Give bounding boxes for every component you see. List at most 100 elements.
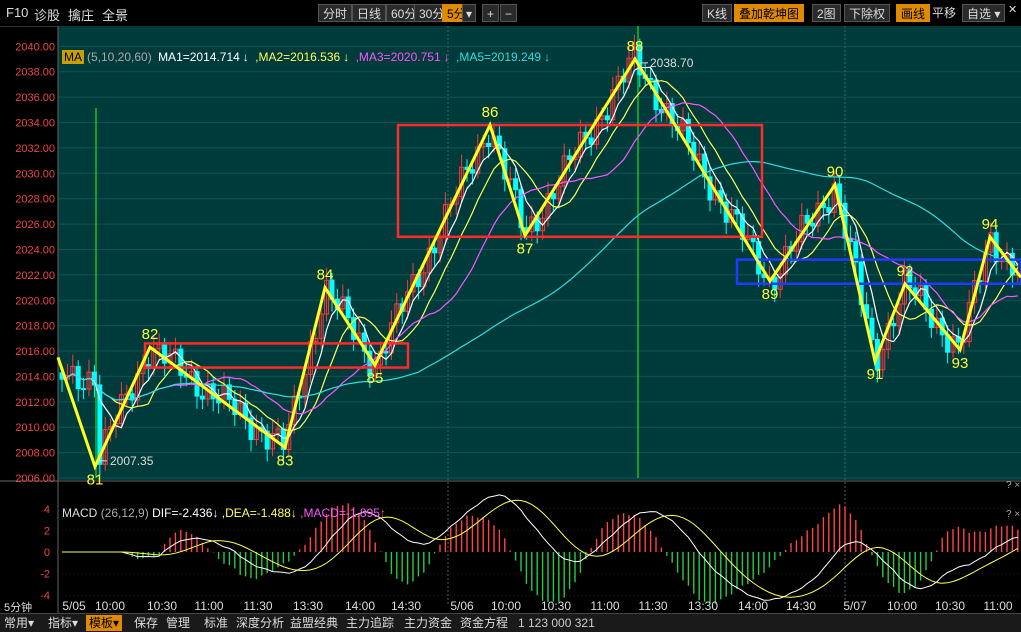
tab-standard[interactable]: 标准 (204, 615, 228, 631)
period-dropdown-icon[interactable]: ▾ (462, 4, 477, 22)
tab-template[interactable]: 模板▾ (86, 615, 123, 631)
time-axis-label: 5/05 (62, 599, 86, 613)
overview-button[interactable]: 全景 (102, 5, 128, 24)
candle-body (486, 142, 492, 147)
tab-classic[interactable]: 益盟经典 (290, 615, 338, 631)
wave-label-85: 85 (367, 370, 384, 387)
ma3-arrow: ↓ (443, 50, 450, 64)
period-daily-button[interactable]: 日线 (352, 4, 387, 22)
price-tick-label: 2012.00 (15, 397, 55, 409)
ma5-arrow: ↓ (544, 50, 551, 64)
macd-tick-label: -4 (40, 590, 50, 602)
wave-label-89: 89 (762, 286, 779, 303)
kline-chart[interactable]: 2040.00 2038.00 2036.00 2034.00 2032.00 2030.… (0, 26, 1021, 613)
zoom-out-button[interactable]: − (500, 4, 518, 22)
two-chart-button[interactable]: 2图 (812, 4, 841, 22)
status-numbers: 1 123 000 321 (518, 616, 595, 630)
candle-body (469, 169, 475, 174)
draw-line-button[interactable]: 画线 (896, 4, 931, 22)
macd-indicator-name[interactable]: MACD (62, 506, 97, 520)
dea-arrow: ↓ (290, 506, 297, 520)
ma2-arrow: ↓ (343, 50, 350, 64)
ma-indicator-name[interactable]: MA (62, 50, 84, 64)
dea-value: ,DEA=-1.488 (221, 506, 291, 520)
candle-body (891, 323, 897, 327)
pan-button[interactable]: 平移 (928, 4, 960, 22)
time-axis-label: 10:30 (935, 599, 965, 613)
exright-button[interactable]: 下除权 (844, 4, 891, 22)
wave-label-87: 87 (517, 241, 534, 258)
close-icon[interactable]: ✕ (1008, 3, 1017, 16)
f10-button[interactable]: F10 (6, 5, 28, 20)
wave-label-84: 84 (317, 267, 334, 284)
tab-indicator[interactable]: 指标▾ (48, 615, 78, 631)
ma-params: (5,10,20,60) (87, 50, 152, 64)
time-axis-label: 13:30 (293, 599, 323, 613)
tab-deep-analysis[interactable]: 深度分析 (236, 615, 284, 631)
time-axis-label: 10:00 (491, 599, 521, 613)
ma1-value: MA1=2014.714 (158, 50, 240, 64)
overlay-button[interactable]: 叠加乾坤图 (734, 4, 805, 22)
dif-value: DIF=-2.436 (152, 506, 213, 520)
wave-label-86: 86 (482, 104, 499, 121)
wave-label-92: 92 (897, 263, 914, 280)
pick-button[interactable]: 擒庄 (68, 5, 94, 24)
macd-tick-label: 4 (44, 504, 50, 516)
price-tick-label: 2014.00 (15, 371, 55, 383)
self-pick-button[interactable]: 自选 ▾ (962, 4, 1006, 22)
candle-body (199, 395, 205, 400)
kline-button[interactable]: K线 (702, 4, 733, 22)
price-tick-label: 2016.00 (15, 346, 55, 358)
macd-legend: MACD (26,12,9) DIF=-2.436↓ ,DEA=-1.488↓ … (62, 506, 386, 520)
macd-params: (26,12,9) (100, 506, 149, 520)
wave-label-90: 90 (827, 164, 844, 181)
period-fenshi-button[interactable]: 分时 (318, 4, 353, 22)
time-axis-label: 10:00 (95, 599, 125, 613)
bottom-toolbar: 5分钟 常用▾ 指标▾ 模板▾ 保存 管理 标准 深度分析 益盟经典 主力追踪 … (0, 602, 1021, 632)
tab-common[interactable]: 常用▾ (4, 615, 34, 631)
macd-tick-label: -2 (40, 569, 50, 581)
time-axis-label: 10:30 (147, 599, 177, 613)
tab-save[interactable]: 保存 (134, 615, 158, 631)
wave-label-91: 91 (867, 366, 884, 383)
zoom-in-button[interactable]: + (482, 4, 500, 22)
period-label: 5分钟 (4, 602, 33, 614)
low-annotation: 2007.35 (110, 454, 154, 468)
price-tick-label: 2032.00 (15, 143, 55, 155)
time-axis-label: 11:00 (590, 599, 619, 613)
candle-body (513, 178, 519, 191)
price-tick-label: 2008.00 (15, 448, 55, 460)
price-tick-label: 2038.00 (15, 67, 55, 79)
macd-tick-label: 2 (44, 525, 50, 537)
time-axis-label: 14:30 (391, 599, 421, 613)
diagnose-button[interactable]: 诊股 (34, 5, 60, 24)
candle-body (810, 222, 816, 227)
wave-label-82: 82 (142, 326, 159, 343)
price-tick-label: 2040.00 (15, 41, 55, 53)
time-axis-label: 11:30 (243, 599, 272, 613)
wave-label-83: 83 (277, 453, 294, 470)
price-tick-label: 2020.00 (15, 295, 55, 307)
time-axis-label: 5/07 (843, 599, 867, 613)
time-axis-label: 11:00 (194, 599, 223, 613)
price-panel-bg (58, 26, 1021, 480)
macd-help-icon[interactable]: ? × (1006, 509, 1020, 520)
macd-arrow: ↑ (379, 506, 386, 520)
chart-area[interactable]: 2040.00 2038.00 2036.00 2034.00 2032.00 2030.… (0, 26, 1021, 631)
tab-fund-equation[interactable]: 资金方程 (460, 615, 508, 631)
price-tick-label: 2018.00 (15, 321, 55, 333)
time-axis-label: 5/06 (450, 599, 474, 613)
tab-main-track[interactable]: 主力追踪 (346, 615, 394, 631)
candle-body (432, 247, 438, 254)
tab-manage[interactable]: 管理 (166, 615, 190, 631)
price-tick-label: 2028.00 (15, 194, 55, 206)
macd-tick-label: 0 (44, 547, 50, 559)
wave-label-81: 81 (87, 472, 104, 489)
time-axis-label: 11:00 (983, 599, 1012, 613)
ma2-value: ,MA2=2016.536 (255, 50, 341, 64)
high-annotation: 2038.70 (650, 56, 694, 70)
tab-main-fund[interactable]: 主力资金 (404, 615, 452, 631)
price-tick-label: 2022.00 (15, 270, 55, 282)
price-tick-label: 2010.00 (15, 422, 55, 434)
help-icon[interactable]: ? × (1006, 480, 1020, 491)
